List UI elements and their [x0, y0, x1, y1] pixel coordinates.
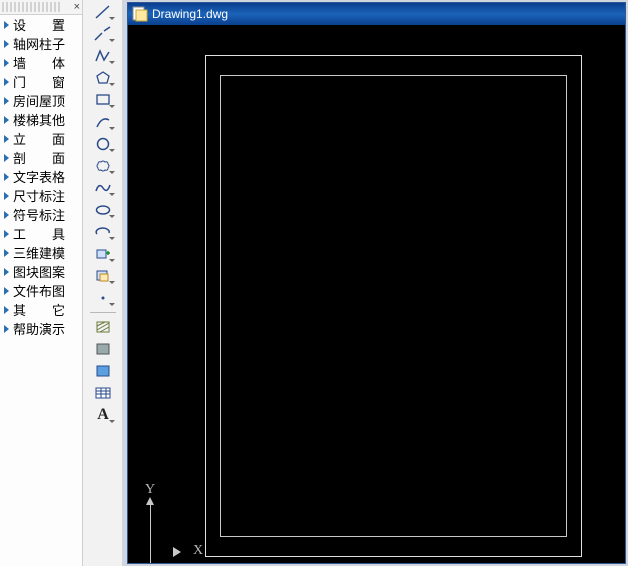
sidebar-item-label: 立 面: [13, 129, 65, 148]
point-tool[interactable]: [89, 288, 117, 308]
arc-tool[interactable]: [89, 112, 117, 132]
expand-icon: [4, 192, 9, 200]
draw-toolbar: A: [82, 0, 124, 566]
sidebar-item-label: 三维建模: [13, 243, 65, 262]
sidebar-item-label: 墙 体: [13, 53, 65, 72]
sidebar-item-3d-modeling[interactable]: 三维建模: [0, 243, 82, 262]
table-tool[interactable]: [89, 383, 117, 403]
sidebar-item-door-window[interactable]: 门 窗: [0, 72, 82, 91]
expand-icon: [4, 249, 9, 257]
sidebar-item-symbol[interactable]: 符号标注: [0, 205, 82, 224]
sidebar-item-dimension[interactable]: 尺寸标注: [0, 186, 82, 205]
spline-tool[interactable]: [89, 178, 117, 198]
ucs-y-label: Y: [145, 482, 155, 498]
sidebar-item-label: 尺寸标注: [13, 186, 65, 205]
sidebar-item-other[interactable]: 其 它: [0, 300, 82, 319]
ellipse-arc-tool[interactable]: [89, 222, 117, 242]
sidebar-item-wall[interactable]: 墙 体: [0, 53, 82, 72]
insert-block-tool[interactable]: [89, 244, 117, 264]
hatch-tool[interactable]: [89, 317, 117, 337]
sidebar-item-label: 设 置: [13, 15, 65, 34]
expand-icon: [4, 268, 9, 276]
sidebar-item-tools[interactable]: 工 具: [0, 224, 82, 243]
sidebar-item-section[interactable]: 剖 面: [0, 148, 82, 167]
category-panel: × 设 置 轴网柱子 墙 体 门 窗 房间屋顶 楼梯其他 立 面 剖 面 文字表…: [0, 0, 83, 566]
rectangle-tool[interactable]: [89, 90, 117, 110]
sidebar-item-elevation[interactable]: 立 面: [0, 129, 82, 148]
line-tool[interactable]: [89, 2, 117, 22]
expand-icon: [4, 78, 9, 86]
expand-icon: [4, 40, 9, 48]
construction-line-tool[interactable]: [89, 24, 117, 44]
window-titlebar[interactable]: Drawing1.dwg: [128, 3, 625, 25]
expand-icon: [4, 230, 9, 238]
expand-icon: [4, 287, 9, 295]
gradient-tool[interactable]: [89, 339, 117, 359]
text-icon: A: [97, 406, 109, 424]
panel-header: ×: [0, 0, 82, 15]
expand-icon: [4, 211, 9, 219]
sidebar-item-room-roof[interactable]: 房间屋顶: [0, 91, 82, 110]
polygon-tool[interactable]: [89, 68, 117, 88]
sidebar-item-grid-column[interactable]: 轴网柱子: [0, 34, 82, 53]
separator: [90, 312, 116, 313]
ellipse-tool[interactable]: [89, 200, 117, 220]
sidebar-item-label: 楼梯其他: [13, 110, 65, 129]
circle-tool[interactable]: [89, 134, 117, 154]
expand-icon: [4, 59, 9, 67]
sidebar-item-settings[interactable]: 设 置: [0, 15, 82, 34]
sidebar-item-help-demo[interactable]: 帮助演示: [0, 319, 82, 338]
sidebar-item-label: 帮助演示: [13, 319, 65, 338]
sidebar-item-label: 轴网柱子: [13, 34, 65, 53]
ucs-x-arrow-icon: [173, 547, 181, 557]
dwg-file-icon: [132, 6, 148, 22]
sidebar-item-stair-other[interactable]: 楼梯其他: [0, 110, 82, 129]
region-tool[interactable]: [89, 361, 117, 381]
sidebar-item-label: 文字表格: [13, 167, 65, 186]
sidebar-item-label: 房间屋顶: [13, 91, 65, 110]
drawing-canvas[interactable]: Y X: [128, 25, 625, 563]
expand-icon: [4, 325, 9, 333]
make-block-tool[interactable]: [89, 266, 117, 286]
sidebar-item-file-layout[interactable]: 文件布图: [0, 281, 82, 300]
close-icon[interactable]: ×: [74, 0, 80, 14]
revision-cloud-tool[interactable]: [89, 156, 117, 176]
expand-icon: [4, 116, 9, 124]
window-title: Drawing1.dwg: [152, 7, 228, 21]
sidebar-item-label: 文件布图: [13, 281, 65, 300]
sidebar-item-label: 其 它: [13, 300, 65, 319]
sidebar-item-label: 工 具: [13, 224, 65, 243]
drawing-frame-inner: [220, 75, 567, 537]
ucs-x-label: X: [193, 543, 203, 559]
expand-icon: [4, 154, 9, 162]
sidebar-item-block-pattern[interactable]: 图块图案: [0, 262, 82, 281]
ucs-y-axis: [150, 503, 151, 563]
sidebar-item-label: 剖 面: [13, 148, 65, 167]
grip-icon: [2, 2, 62, 12]
sidebar-item-text-table[interactable]: 文字表格: [0, 167, 82, 186]
sidebar-item-label: 符号标注: [13, 205, 65, 224]
expand-icon: [4, 135, 9, 143]
expand-icon: [4, 21, 9, 29]
text-tool[interactable]: A: [89, 405, 117, 425]
expand-icon: [4, 306, 9, 314]
expand-icon: [4, 173, 9, 181]
sidebar-item-label: 门 窗: [13, 72, 65, 91]
polyline-tool[interactable]: [89, 46, 117, 66]
expand-icon: [4, 97, 9, 105]
document-window: Drawing1.dwg Y X: [127, 2, 626, 564]
sidebar-item-label: 图块图案: [13, 262, 65, 281]
mdi-area: Drawing1.dwg Y X: [122, 0, 628, 566]
